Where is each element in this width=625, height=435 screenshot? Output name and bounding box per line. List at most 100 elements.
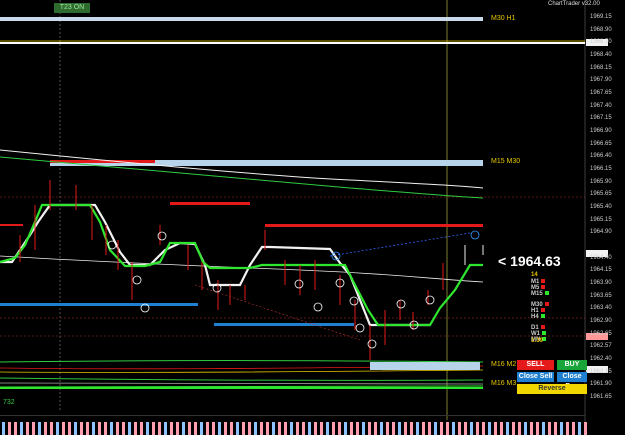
price-axis-label: 1962.65: [590, 330, 612, 337]
histogram-bar: [398, 422, 401, 435]
green-step-line: [0, 203, 483, 327]
price-axis-label: 1965.90: [590, 178, 612, 185]
signal-dot-icon: [540, 325, 545, 329]
histogram-bar: [158, 422, 161, 435]
histogram-bar: [224, 422, 227, 435]
histogram-bar: [530, 422, 533, 435]
price-axis-label: 1968.15: [590, 64, 612, 71]
histogram-bar: [488, 422, 491, 435]
histogram-bar: [104, 422, 107, 435]
price-axis-label: 1966.40: [590, 153, 612, 160]
price-axis-label: 1965.15: [590, 216, 612, 223]
histogram-bar: [194, 422, 197, 435]
signal-dot-icon: [540, 308, 545, 312]
signal-dot-icon: [544, 302, 549, 306]
histogram-bar: [236, 422, 239, 435]
histogram-bar: [536, 422, 539, 435]
histogram-bar: [266, 422, 269, 435]
price-axis-label: 1962.57: [590, 343, 612, 350]
histogram-bar: [320, 422, 323, 435]
histogram-bar: [188, 422, 191, 435]
timeframe-signal: M15: [531, 291, 549, 297]
histogram-bar: [542, 422, 545, 435]
histogram-bar: [374, 422, 377, 435]
histogram-bar: [470, 422, 473, 435]
price-axis-label: 1962.15: [590, 368, 612, 375]
price-axis-label: 1963.90: [590, 280, 612, 286]
candles: [19, 180, 484, 360]
histogram-bar: [86, 422, 89, 435]
price-axis-label: 1966.15: [590, 166, 612, 172]
histogram-bar: [182, 422, 185, 435]
histogram-bar: [122, 422, 125, 435]
trade-mode-badge[interactable]: T23 ON: [54, 3, 90, 13]
histogram-bar: [62, 422, 65, 435]
histogram-bar: [338, 422, 341, 435]
price-axis-label: 1961.90: [590, 381, 612, 388]
buy-button[interactable]: BUY: [557, 360, 587, 370]
histogram-bar: [146, 422, 149, 435]
histogram-bar: [482, 422, 485, 435]
histogram-bar: [308, 422, 311, 435]
histogram-bar: [416, 422, 419, 435]
sell-button[interactable]: SELL: [517, 360, 554, 370]
histogram-bar: [494, 422, 497, 435]
histogram-bar: [326, 422, 329, 435]
histogram-bar: [254, 422, 257, 435]
histogram-bar: [170, 422, 173, 435]
histogram-bar: [134, 422, 137, 435]
histogram-bar: [20, 422, 23, 435]
histogram-bar: [476, 422, 479, 435]
histogram-bar: [332, 422, 335, 435]
timeframe-signal: H4: [531, 314, 545, 320]
signal-dot-icon: [544, 291, 549, 295]
histogram-bar: [518, 422, 521, 435]
histogram-bar: [428, 422, 431, 435]
price-axis-label: 1967.15: [590, 115, 612, 122]
histogram-bar: [278, 422, 281, 435]
level-tag-m30h1: M30 H1: [491, 15, 516, 22]
price-axis-label: 1969.15: [590, 14, 612, 20]
signal-dot-icon: [541, 285, 546, 289]
histogram-bar: [206, 422, 209, 435]
histogram-bar: [242, 422, 245, 435]
price-axis-label: 1967.40: [590, 102, 612, 109]
price-axis-label: 1962.90: [590, 318, 612, 324]
price-axis-label: 1964.15: [590, 267, 612, 274]
level-tag-m16m3: M16 M3: [491, 380, 517, 387]
price-axis-label: 1966.90: [590, 128, 612, 134]
signal-dot-icon: [542, 331, 546, 335]
histogram-bar: [452, 422, 455, 435]
histogram-bar: [68, 422, 71, 435]
histogram-bar: [392, 422, 395, 435]
close-sell-button[interactable]: Close Sell: [517, 372, 554, 382]
histogram-bar: [356, 422, 359, 435]
histogram-bar: [200, 422, 203, 435]
histogram-bar: [422, 422, 425, 435]
histogram-bar: [500, 422, 503, 435]
histogram-bar: [314, 422, 317, 435]
histogram-bar: [434, 422, 437, 435]
histogram-bar: [260, 422, 263, 435]
histogram-bar: [380, 422, 383, 435]
histogram-bar: [74, 422, 77, 435]
current-price-display: < 1964.63: [498, 253, 561, 269]
histogram-bar: [272, 422, 275, 435]
histogram-bar: [548, 422, 551, 435]
histogram-bar: [362, 422, 365, 435]
histogram-bar: [440, 422, 443, 435]
price-axis-label: 1964.40: [590, 254, 612, 261]
histogram-bar: [554, 422, 557, 435]
histogram-bar: [56, 422, 59, 435]
close-buy-button[interactable]: Close Buy: [557, 372, 587, 390]
level-tag-m15m30: M15 M30: [491, 158, 521, 165]
histogram-bar: [2, 422, 5, 435]
signal-dot-icon: [540, 314, 545, 318]
histogram-bar: [92, 422, 95, 435]
price-axis-label: 1968.70: [590, 39, 612, 46]
price-axis-label: 1967.90: [590, 77, 612, 84]
histogram-bar: [566, 422, 569, 435]
reverse-button[interactable]: Reverse: [517, 384, 587, 394]
histogram-bar: [464, 422, 467, 435]
price-axis-label: 1968.90: [590, 26, 612, 33]
